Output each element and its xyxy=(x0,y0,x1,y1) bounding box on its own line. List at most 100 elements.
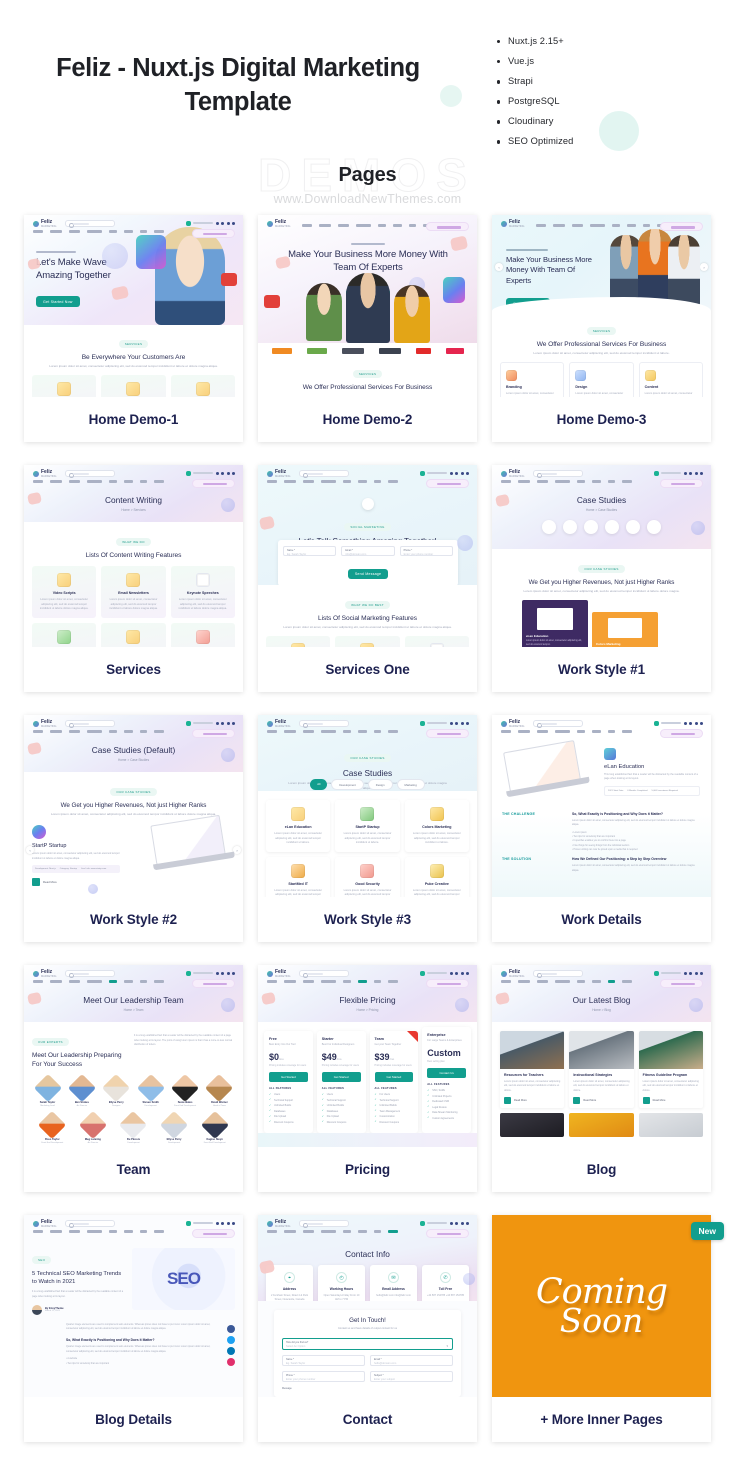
read-more-link[interactable]: Read More xyxy=(514,1099,527,1102)
linkedin-icon[interactable] xyxy=(226,721,230,725)
demo-card[interactable]: Feliz MARKETING Make Your Business More M… xyxy=(258,215,477,442)
twitter-icon[interactable] xyxy=(221,721,224,725)
search-input[interactable] xyxy=(299,970,349,978)
demo-card[interactable]: Feliz MARKETING Make Your Business More M… xyxy=(492,215,711,442)
plan-button[interactable]: Get Started xyxy=(374,1072,414,1082)
feature-card[interactable]: Video Scripts Lorem ipsum dolor sit amet… xyxy=(32,566,97,618)
category-icon[interactable] xyxy=(542,520,556,534)
demo-card[interactable]: Feliz MARKETING xyxy=(492,465,711,692)
twitter-icon[interactable] xyxy=(455,971,458,975)
facebook-icon[interactable] xyxy=(449,1221,453,1225)
instagram-icon[interactable] xyxy=(232,471,235,475)
phone-field[interactable]: Phone * Enter your phone number xyxy=(282,1371,365,1383)
cta-button[interactable] xyxy=(426,478,469,488)
twitter-icon[interactable] xyxy=(455,471,458,475)
feature-card[interactable]: Content Writing Lorem ipsum dolor sit am… xyxy=(101,375,166,397)
twitter-icon[interactable] xyxy=(689,971,692,975)
demo-card[interactable]: Feliz MARKETING xyxy=(24,1215,243,1442)
read-more-link[interactable]: Read More xyxy=(43,880,57,884)
nav-menu[interactable] xyxy=(33,230,164,233)
demo-card[interactable]: Feliz MARKETING xyxy=(24,715,243,942)
nav-menu[interactable] xyxy=(267,730,398,733)
twitter-icon[interactable] xyxy=(221,471,224,475)
nav-menu[interactable] xyxy=(267,1230,398,1233)
linkedin-icon[interactable] xyxy=(460,971,464,975)
contact-form[interactable]: Get In Touch! Contact us and have detail… xyxy=(274,1310,461,1397)
nav-menu[interactable] xyxy=(33,730,164,733)
linkedin-icon[interactable] xyxy=(460,721,464,725)
twitter-icon[interactable] xyxy=(221,221,224,225)
linkedin-icon[interactable] xyxy=(694,971,698,975)
blog-post-card[interactable]: Instructional Strategies Lorem ipsum dol… xyxy=(569,1031,634,1108)
linkedin-icon[interactable] xyxy=(460,471,464,475)
email-field[interactable]: Email * hello@domain.com xyxy=(370,1355,453,1367)
facebook-icon[interactable] xyxy=(449,971,453,975)
nav-menu[interactable] xyxy=(267,480,398,483)
cta-button[interactable] xyxy=(426,728,469,738)
linkedin-icon[interactable] xyxy=(694,471,698,475)
twitter-icon[interactable] xyxy=(227,1335,235,1344)
twitter-icon[interactable] xyxy=(455,1221,458,1225)
demo-card[interactable]: Feliz MARKETING xyxy=(258,965,477,1192)
cta-button[interactable] xyxy=(660,478,703,488)
instagram-icon[interactable] xyxy=(466,971,469,975)
team-member[interactable]: Steven Smith Development xyxy=(135,1073,166,1107)
twitter-icon[interactable] xyxy=(221,971,224,975)
nav-menu[interactable] xyxy=(33,980,164,983)
post-thumbnail[interactable] xyxy=(500,1112,565,1137)
instagram-icon[interactable] xyxy=(466,471,469,475)
read-more-link[interactable]: Read More xyxy=(583,1099,596,1102)
cta-button[interactable] xyxy=(426,222,469,231)
demo-card[interactable]: Feliz MARKETING xyxy=(24,465,243,692)
facebook-icon[interactable] xyxy=(683,971,687,975)
category-icon[interactable] xyxy=(584,520,598,534)
phone-field[interactable]: Phone * Enter your phone number xyxy=(399,546,453,556)
team-member[interactable]: Kagiso Steyn Front End Development xyxy=(199,1110,230,1144)
nav-menu[interactable] xyxy=(267,980,398,983)
search-input[interactable] xyxy=(65,1220,115,1228)
linkedin-icon[interactable] xyxy=(460,1221,464,1225)
demo-card[interactable]: Feliz MARKETING xyxy=(492,715,711,942)
work-card[interactable]: StartP Startup Lorem ipsum dolor sit ame… xyxy=(335,800,400,852)
search-input[interactable] xyxy=(299,1220,349,1228)
nav-menu[interactable] xyxy=(501,730,632,733)
feature-card[interactable]: Email Newsletters Lorem ipsum dolor sit … xyxy=(101,566,166,618)
facebook-icon[interactable] xyxy=(215,1221,219,1225)
category-icon[interactable] xyxy=(605,520,619,534)
demo-card[interactable]: Feliz MARKETING xyxy=(24,215,243,442)
carousel-prev-button[interactable]: ‹ xyxy=(26,846,34,854)
filter-design[interactable]: Design xyxy=(367,779,393,790)
feature-card[interactable]: Email Marketing Lorem ipsum dolor sit am… xyxy=(32,375,97,397)
search-input[interactable] xyxy=(533,470,583,478)
price-card[interactable]: Team Get your Team Together $39/mo Prici… xyxy=(369,1031,419,1133)
nav-menu[interactable] xyxy=(536,224,667,227)
search-input[interactable] xyxy=(65,970,115,978)
blog-post-card[interactable]: Fitness Guideline Program Lorem ipsum do… xyxy=(638,1031,703,1108)
instagram-icon[interactable] xyxy=(227,1357,235,1366)
work-card[interactable]: eLan Education Lorem ipsum dolor sit ame… xyxy=(266,800,331,852)
cta-button[interactable] xyxy=(192,478,235,488)
team-member[interactable]: Du Plessis Development xyxy=(118,1110,149,1144)
work-card[interactable]: Pube Creative Lorem ipsum dolor sit amet… xyxy=(404,856,469,897)
cta-button[interactable] xyxy=(192,1228,235,1238)
instagram-icon[interactable] xyxy=(700,721,703,725)
blog-post-card[interactable]: Resources for Teachers Lorem ipsum dolor… xyxy=(500,1031,565,1108)
team-member[interactable]: Ben Stokes Art Director xyxy=(66,1073,97,1107)
email-field[interactable]: Email * info@domain.com xyxy=(341,546,395,556)
instagram-icon[interactable] xyxy=(700,971,703,975)
hero-button[interactable]: Get Started Now xyxy=(36,296,80,308)
feature-card[interactable]: Social Media Posts Lorem ipsum dolor sit… xyxy=(32,622,97,647)
twitter-icon[interactable] xyxy=(221,1221,224,1225)
search-input[interactable] xyxy=(299,470,349,478)
search-input[interactable] xyxy=(65,470,115,478)
facebook-icon[interactable] xyxy=(683,471,687,475)
linkedin-icon[interactable] xyxy=(226,221,230,225)
search-input[interactable] xyxy=(533,970,583,978)
demo-card[interactable]: Feliz MARKETING xyxy=(258,1215,477,1442)
send-message-button[interactable]: Send Message xyxy=(347,568,389,580)
team-member[interactable]: David Warner Head of Team xyxy=(204,1073,235,1107)
facebook-icon[interactable] xyxy=(683,721,687,725)
feature-card[interactable]: Discussion Forum xyxy=(335,636,400,647)
cta-button[interactable] xyxy=(660,222,703,231)
linkedin-icon[interactable] xyxy=(226,471,230,475)
